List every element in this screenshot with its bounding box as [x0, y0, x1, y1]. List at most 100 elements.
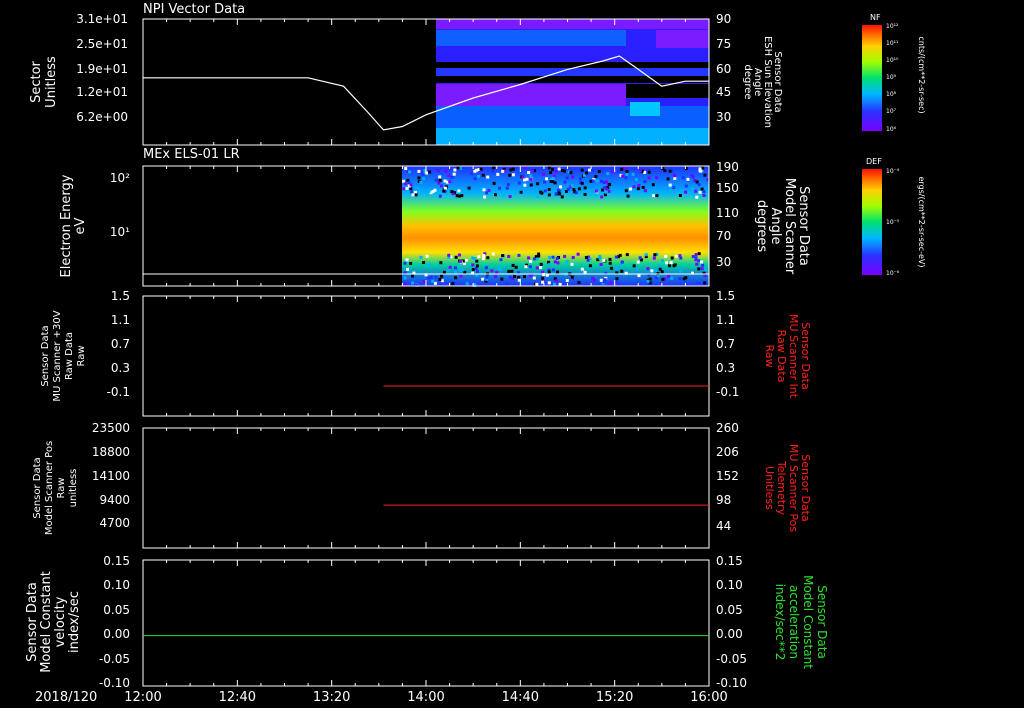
els-noise-pixel	[454, 266, 457, 270]
els-noise-pixel	[454, 255, 458, 259]
scanner-voltage-ytick: 0.3	[111, 361, 130, 375]
els-noise-pixel	[557, 188, 560, 192]
els-noise-pixel	[547, 187, 551, 191]
els-noise-pixel	[529, 183, 533, 187]
panel-els: MEx ELS-01 LR Electron Energy eV 10² 10¹…	[59, 147, 811, 287]
els-noise-pixel	[450, 190, 454, 194]
els-noise-pixel	[408, 170, 411, 174]
els-right-ytick: 110	[716, 206, 739, 220]
els-noise-pixel	[417, 169, 421, 173]
npi-band-top	[436, 19, 709, 29]
els-noise-pixel	[679, 269, 683, 273]
els-noise-pixel	[697, 252, 701, 256]
els-noise-pixel	[523, 275, 526, 279]
scanner-voltage-ytick: 1.5	[111, 289, 130, 303]
x-axis-tick-labels: 12:00 12:40 13:20 14:00 14:40 15:20 16:00	[124, 690, 727, 705]
els-noise-pixel	[695, 195, 699, 199]
scanner-position-ytick: 23500	[92, 421, 130, 435]
els-noise-pixel	[600, 179, 603, 183]
els-noise-pixel	[422, 279, 426, 283]
els-noise-pixel	[679, 256, 683, 260]
els-noise-pixel	[600, 195, 604, 199]
npi-right-ytick: 45	[716, 85, 731, 99]
scanner-voltage-ytick: -0.1	[107, 385, 130, 399]
els-noise-pixel	[580, 181, 584, 185]
model-constant-right-ylabel: Model Constant	[801, 575, 815, 669]
els-noise-pixel	[422, 261, 426, 264]
els-noise-pixel	[668, 169, 672, 173]
els-colorbar-tick: 10⁻⁶	[886, 270, 900, 277]
els-noise-pixel	[663, 169, 667, 173]
els-noise-pixel	[634, 178, 638, 181]
els-noise-pixel	[501, 169, 505, 173]
els-noise-pixel	[409, 261, 413, 265]
els-noise-pixel	[492, 181, 496, 185]
scanner-voltage-ylabel: MU Scanner +30V	[52, 310, 63, 401]
npi-ylabel-line2: Unitless	[44, 56, 59, 108]
els-noise-pixel	[599, 263, 603, 266]
model-constant-right-ytick: 0.00	[716, 627, 743, 641]
scanner-position-right-ylabel: Unitless	[763, 466, 776, 510]
els-noise-pixel	[609, 281, 613, 285]
els-noise-pixel	[678, 194, 682, 197]
els-noise-pixel	[484, 266, 488, 270]
els-noise-pixel	[633, 166, 637, 170]
els-noise-pixel	[655, 194, 659, 198]
els-noise-pixel	[403, 182, 407, 186]
els-noise-pixel	[646, 279, 650, 283]
npi-gap-3	[626, 84, 709, 98]
els-noise-pixel	[700, 267, 704, 271]
els-noise-pixel	[625, 170, 629, 173]
els-noise-pixel	[603, 278, 607, 282]
panel-model-constant: Sensor Data Model Constant velocity inde…	[25, 554, 829, 690]
els-noise-pixel	[411, 274, 414, 278]
els-noise-pixel	[528, 274, 532, 278]
els-noise-pixel	[565, 260, 569, 264]
els-noise-pixel	[464, 258, 468, 262]
els-noise-pixel	[644, 253, 648, 257]
npi-ytick: 3.1e+01	[76, 12, 128, 26]
els-noise-pixel	[621, 174, 625, 178]
els-noise-pixel	[403, 276, 407, 280]
els-noise-pixel	[703, 173, 707, 177]
els-noise-pixel	[561, 169, 564, 172]
els-noise-pixel	[405, 258, 409, 262]
els-noise-pixel	[532, 276, 536, 280]
els-noise-pixel	[668, 264, 672, 268]
els-noise-pixel	[447, 174, 451, 178]
panel-scanner-position: Sensor Data Model Scanner Pos Raw unitle…	[32, 421, 812, 549]
els-right-ytick: 190	[716, 160, 739, 174]
els-noise-pixel	[570, 184, 574, 188]
els-noise-pixel	[594, 193, 598, 197]
els-noise-pixel	[507, 254, 511, 258]
scanner-voltage-ylabel: Raw Data	[64, 332, 75, 380]
els-right-ylabel: Angle	[768, 208, 783, 245]
els-noise-pixel	[556, 270, 559, 274]
els-noise-pixel	[584, 256, 588, 259]
els-noise-pixel	[513, 274, 517, 278]
scanner-position-ytick: 9400	[99, 493, 130, 507]
els-noise-pixel	[636, 268, 640, 271]
els-noise-pixel	[529, 174, 533, 178]
els-noise-pixel	[402, 179, 405, 183]
els-noise-pixel	[578, 177, 582, 181]
els-noise-pixel	[608, 257, 612, 261]
els-noise-pixel	[585, 171, 589, 175]
els-noise-pixel	[535, 266, 539, 270]
els-noise-pixel	[661, 277, 665, 281]
scanner-voltage-ytick: 1.1	[111, 313, 130, 327]
model-constant-right-ylabel: acceleration	[787, 585, 801, 659]
els-noise-pixel	[524, 265, 528, 269]
els-noise-pixel	[566, 187, 570, 191]
els-noise-pixel	[643, 180, 647, 184]
els-noise-pixel	[514, 265, 518, 269]
els-noise-pixel	[474, 267, 478, 271]
els-noise-pixel	[569, 171, 573, 175]
els-noise-pixel	[698, 190, 702, 194]
els-noise-pixel	[553, 282, 556, 286]
els-noise-pixel	[570, 262, 574, 266]
els-noise-pixel	[690, 174, 694, 178]
els-noise-pixel	[458, 259, 462, 263]
els-noise-pixel	[615, 267, 619, 271]
els-noise-pixel	[414, 193, 418, 197]
